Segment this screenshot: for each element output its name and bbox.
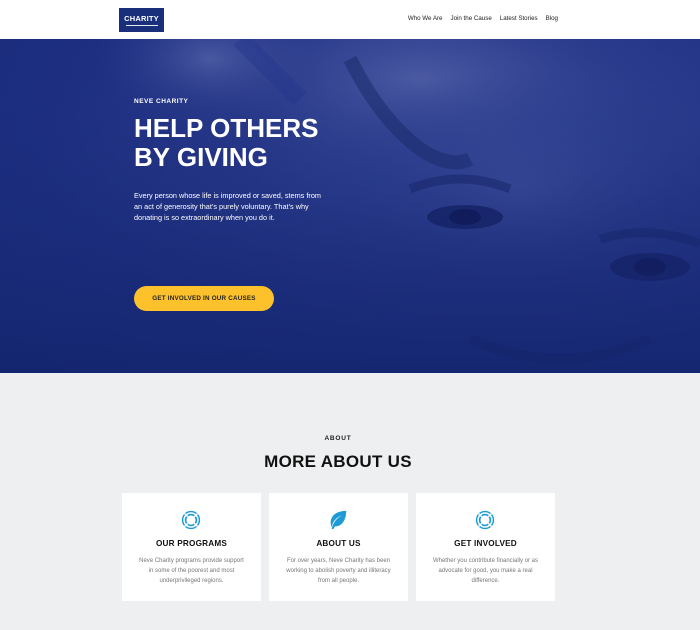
hero-description: Every person whose life is improved or s… [134,191,321,222]
leaf-icon [330,510,347,530]
about-title: MORE ABOUT US [264,452,412,471]
hero-section: NEVE CHARITY HELP OTHERS BY GIVING Every… [0,39,700,373]
hero-eyebrow: NEVE CHARITY [134,98,189,105]
hero-content: NEVE CHARITY HELP OTHERS BY GIVING Every… [134,98,334,311]
logo-text: CHARITY [124,14,159,23]
card-title: GET INVOLVED [454,539,517,548]
card-title: OUR PROGRAMS [155,539,228,548]
nav-latest-stories[interactable]: Latest Stories [500,15,538,22]
site-logo[interactable]: CHARITY [119,8,164,32]
card-about-us: ABOUT US For over years, Neve Charity ha… [269,493,408,601]
nav-who-we-are[interactable]: Who We Are [408,15,443,22]
feature-cards: OUR PROGRAMS Neve Charity programs provi… [122,493,555,601]
card-our-programs: OUR PROGRAMS Neve Charity programs provi… [122,493,261,601]
hero-title: HELP OTHERS BY GIVING [134,113,319,172]
about-eyebrow: ABOUT [324,435,352,442]
nav-blog[interactable]: Blog [546,15,558,22]
lifebuoy-icon [475,510,495,530]
card-text: For over years, Neve Charity has been wo… [286,558,391,584]
card-text: Neve Charity programs provide support in… [139,558,244,584]
hero-background-photo [0,39,700,373]
nav-join-the-cause[interactable]: Join the Cause [450,15,491,22]
logo-underline [125,25,158,26]
get-involved-button[interactable]: GET INVOLVED IN OUR CAUSES [134,286,274,311]
card-get-involved: GET INVOLVED Whether you contribute fina… [416,493,555,601]
site-header: CHARITY Who We Are Join the Cause Latest… [0,0,700,39]
main-nav: Who We Are Join the Cause Latest Stories… [408,15,558,22]
card-title: ABOUT US [316,539,361,548]
card-text: Whether you contribute financially or as… [432,558,539,584]
lifebuoy-icon [181,510,201,530]
about-section: ABOUT MORE ABOUT US OUR PROGRAMS Neve Ch… [0,373,700,630]
